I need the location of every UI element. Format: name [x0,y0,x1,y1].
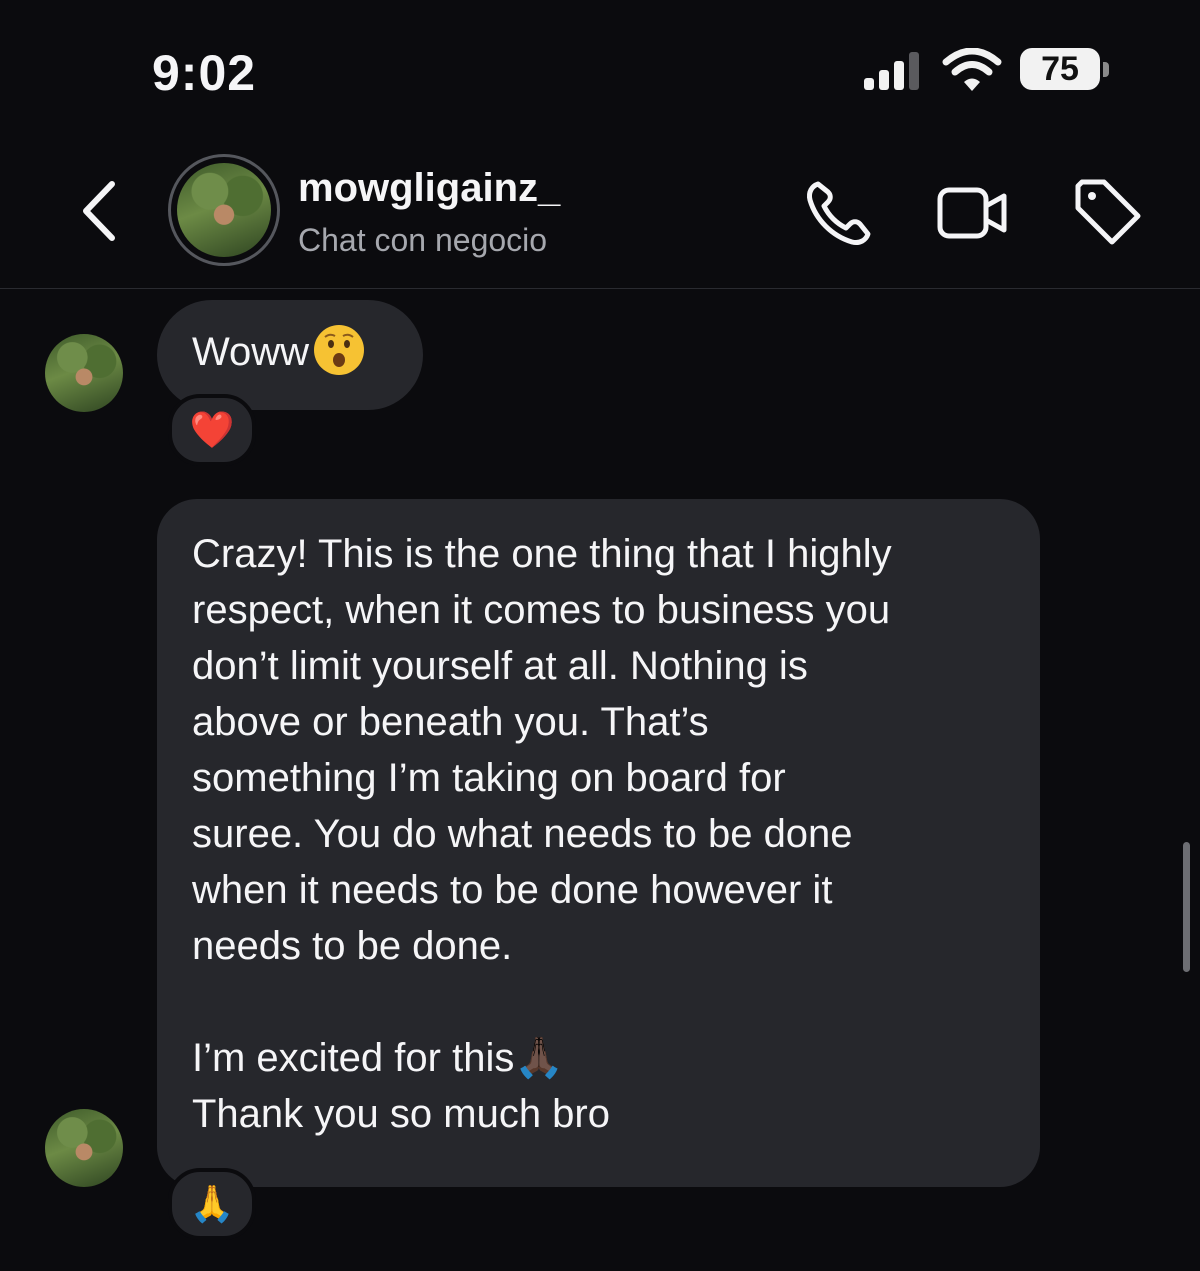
sender-avatar[interactable] [45,334,123,412]
astonished-face-icon [314,325,365,376]
profile-avatar[interactable] [168,154,280,266]
message-text: Woww [192,330,310,374]
wifi-icon [942,48,1002,91]
avatar-image [177,163,271,257]
battery-level: 75 [1020,48,1100,90]
chat-header: mowgligainz_ Chat con negocio [0,140,1200,289]
message-bubble[interactable]: Crazy! This is the one thing that I high… [157,499,1040,1187]
status-bar: 9:02 75 [0,0,1200,140]
tag-icon[interactable] [1070,176,1146,252]
message-line: when it needs to be done however it [192,868,833,912]
chat-subtitle: Chat con negocio [298,222,548,258]
message-reaction[interactable]: ❤️ [168,394,256,466]
scrollbar[interactable] [1183,842,1190,972]
message-line: I’m excited for this🙏🏿 [192,1036,565,1080]
message-line: Thank you so much bro [192,1092,610,1136]
message-line: something I’m taking on board for [192,756,786,800]
message-line: respect, when it comes to business you [192,588,891,632]
message-line: needs to be done. [192,924,513,968]
chat-username[interactable]: mowgligainz_ [298,166,560,211]
battery-indicator: 75 [1020,48,1112,92]
sender-avatar[interactable] [45,1109,123,1187]
status-time: 9:02 [152,45,257,101]
message-line: above or beneath you. That’s [192,700,709,744]
message-line: suree. You do what needs to be done [192,812,853,856]
message-line: don’t limit yourself at all. Nothing is [192,644,808,688]
message-reaction[interactable]: 🙏 [168,1168,256,1240]
message-line: Crazy! This is the one thing that I high… [192,532,892,576]
phone-icon[interactable] [800,176,876,252]
cellular-signal-icon [864,52,919,90]
chevron-left-icon[interactable] [72,176,128,246]
battery-cap [1103,62,1109,77]
video-camera-icon[interactable] [934,176,1010,252]
